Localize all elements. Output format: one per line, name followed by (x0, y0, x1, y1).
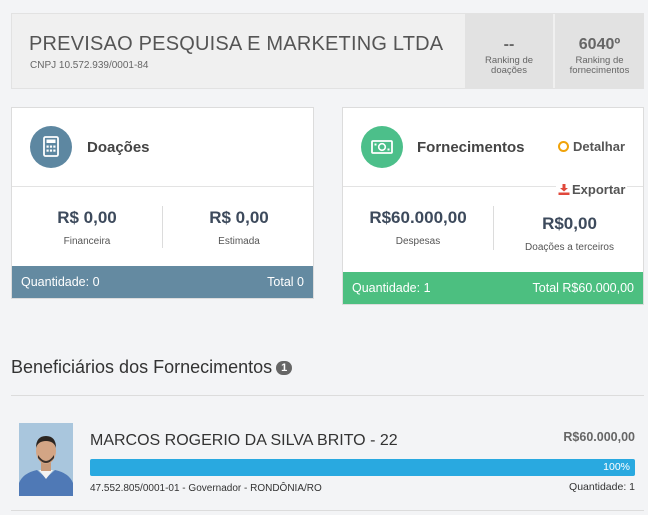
donations-total: Total 0 (267, 275, 304, 289)
donations-ranking-label: Ranking de doações (484, 55, 534, 76)
progress-fill (90, 459, 635, 476)
expenses-label: Despesas (395, 236, 441, 247)
donations-card: Doações R$ 0,00 Financeira R$ 0,00 Estim… (11, 107, 314, 299)
donations-card-header: Doações (12, 108, 313, 187)
beneficiary-quantity: Quantidade: 1 (569, 481, 635, 493)
company-cnpj: CNPJ 10.572.939/0001-84 (30, 60, 149, 71)
download-icon (558, 184, 570, 195)
expenses-value: R$60.000,00 (369, 208, 467, 227)
supplies-card-footer: Quantidade: 1 Total R$60.000,00 (343, 272, 643, 304)
list-divider (11, 510, 644, 511)
estimated-donation-label: Estimada (218, 236, 260, 247)
supplies-title: Fornecimentos (417, 139, 525, 156)
donations-ranking: -- Ranking de doações (465, 14, 553, 88)
money-icon (361, 126, 403, 168)
supplies-ranking-value: 6040º (578, 36, 621, 53)
progress-percent-label: 100% (603, 461, 630, 473)
supplies-quantity: Quantidade: 1 (352, 281, 431, 295)
beneficiaries-count-badge: 1 (276, 361, 293, 375)
export-button-label: Exportar (572, 182, 626, 197)
beneficiaries-title: Beneficiários dos Fornecimentos 1 (11, 357, 293, 378)
donations-card-footer: Quantidade: 0 Total 0 (12, 266, 313, 298)
estimated-donation-stat: R$ 0,00 Estimada (163, 208, 315, 247)
supplies-ranking-label: Ranking de fornecimentos (569, 55, 630, 76)
calculator-icon (30, 126, 72, 168)
financial-donation-value: R$ 0,00 (57, 208, 117, 227)
detail-button[interactable]: Detalhar (558, 139, 625, 154)
donations-quantity: Quantidade: 0 (21, 275, 100, 289)
beneficiary-row[interactable]: MARCOS ROGERIO DA SILVA BRITO - 22 R$60.… (11, 413, 644, 503)
section-divider (11, 395, 644, 396)
company-header: PREVISAO PESQUISA E MARKETING LTDA CNPJ … (11, 13, 644, 89)
beneficiaries-title-text: Beneficiários dos Fornecimentos (11, 357, 273, 377)
donations-title: Doações (87, 139, 150, 156)
third-party-donations-stat: R$0,00 Doações a terceiros (494, 214, 645, 253)
supplies-total: Total R$60.000,00 (532, 281, 634, 295)
beneficiary-progress-bar: 100% (90, 459, 635, 476)
financial-donation-stat: R$ 0,00 Financeira (12, 208, 162, 247)
third-party-donations-value: R$0,00 (542, 214, 597, 233)
expenses-stat: R$60.000,00 Despesas (343, 208, 493, 247)
export-button[interactable]: Exportar (556, 182, 628, 197)
supplies-ranking: 6040º Ranking de fornecimentos (555, 14, 644, 88)
third-party-donations-label: Doações a terceiros (525, 242, 614, 253)
beneficiary-amount: R$60.000,00 (563, 430, 635, 444)
estimated-donation-value: R$ 0,00 (209, 208, 269, 227)
donations-ranking-value: -- (503, 36, 515, 53)
detail-button-label: Detalhar (573, 139, 626, 154)
beneficiary-info: 47.552.805/0001-01 - Governador - RONDÔN… (90, 483, 322, 494)
supplies-card: Fornecimentos Detalhar Exportar R$60.000… (342, 107, 644, 305)
beneficiary-name[interactable]: MARCOS ROGERIO DA SILVA BRITO - 22 (90, 432, 398, 450)
company-name: PREVISAO PESQUISA E MARKETING LTDA (29, 33, 444, 55)
circle-icon (558, 141, 569, 152)
financial-donation-label: Financeira (63, 236, 111, 247)
supplies-card-header: Fornecimentos Detalhar (343, 108, 643, 187)
candidate-photo (19, 423, 73, 496)
